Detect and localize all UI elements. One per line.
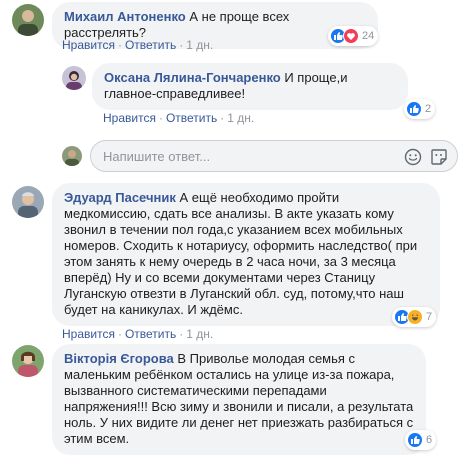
comment-bubble: Эдуард Пасечник А ещё необходимо пройти … — [52, 183, 440, 326]
avatar[interactable] — [62, 66, 86, 90]
reply-input-placeholder: Напишите ответ... — [103, 149, 211, 164]
comment-author[interactable]: Михаил Антоненко — [64, 9, 186, 24]
like-button[interactable]: Нравится — [62, 327, 115, 341]
avatar[interactable] — [12, 186, 44, 218]
timestamp[interactable]: 1 дн. — [227, 111, 254, 125]
comment-author[interactable]: Эдуард Пасечник — [64, 190, 176, 205]
comment-text: А ещё необходимо пройти медкомиссию, сда… — [64, 190, 418, 317]
reply-input[interactable]: Напишите ответ... — [90, 140, 458, 172]
comment-author[interactable]: Оксана Лялина-Гончаренко — [104, 70, 281, 85]
reply-button[interactable]: Ответить — [125, 38, 176, 52]
reaction-count: 2 — [425, 103, 432, 115]
reaction-count: 6 — [426, 434, 433, 446]
reactions-summary[interactable]: 2 — [404, 99, 436, 119]
reaction-count: 7 — [426, 311, 433, 323]
comment-bubble: Оксана Лялина-Гончаренко И проще,и главн… — [92, 63, 408, 110]
timestamp[interactable]: 1 дн. — [186, 327, 213, 341]
avatar[interactable] — [12, 4, 44, 36]
love-icon — [343, 28, 359, 44]
comment-bubble: Вікторія Єгорова В Приволье молодая семь… — [52, 344, 426, 455]
like-button[interactable]: Нравится — [62, 38, 115, 52]
reaction-count: 24 — [362, 30, 375, 42]
comment-author[interactable]: Вікторія Єгорова — [64, 351, 174, 366]
like-icon — [406, 101, 422, 117]
sticker-icon[interactable] — [430, 148, 448, 166]
current-user-avatar — [62, 146, 82, 166]
timestamp[interactable]: 1 дн. — [186, 38, 213, 52]
reactions-summary[interactable]: 7 — [392, 307, 437, 327]
like-button[interactable]: Нравится — [103, 111, 156, 125]
reactions-summary[interactable]: 24 — [328, 26, 379, 46]
reply-button[interactable]: Ответить — [125, 327, 176, 341]
comment-actions: Нравится · Ответить · 1 дн. — [62, 38, 214, 52]
like-icon — [407, 432, 423, 448]
haha-icon — [407, 309, 423, 325]
emoji-icon[interactable] — [404, 148, 422, 166]
reply-button[interactable]: Ответить — [166, 111, 217, 125]
comment-actions: Нравится · Ответить · 1 дн. — [103, 111, 255, 125]
avatar[interactable] — [12, 345, 44, 377]
reactions-summary[interactable]: 6 — [405, 430, 437, 450]
comment-actions: Нравится · Ответить · 1 дн. — [62, 327, 214, 341]
